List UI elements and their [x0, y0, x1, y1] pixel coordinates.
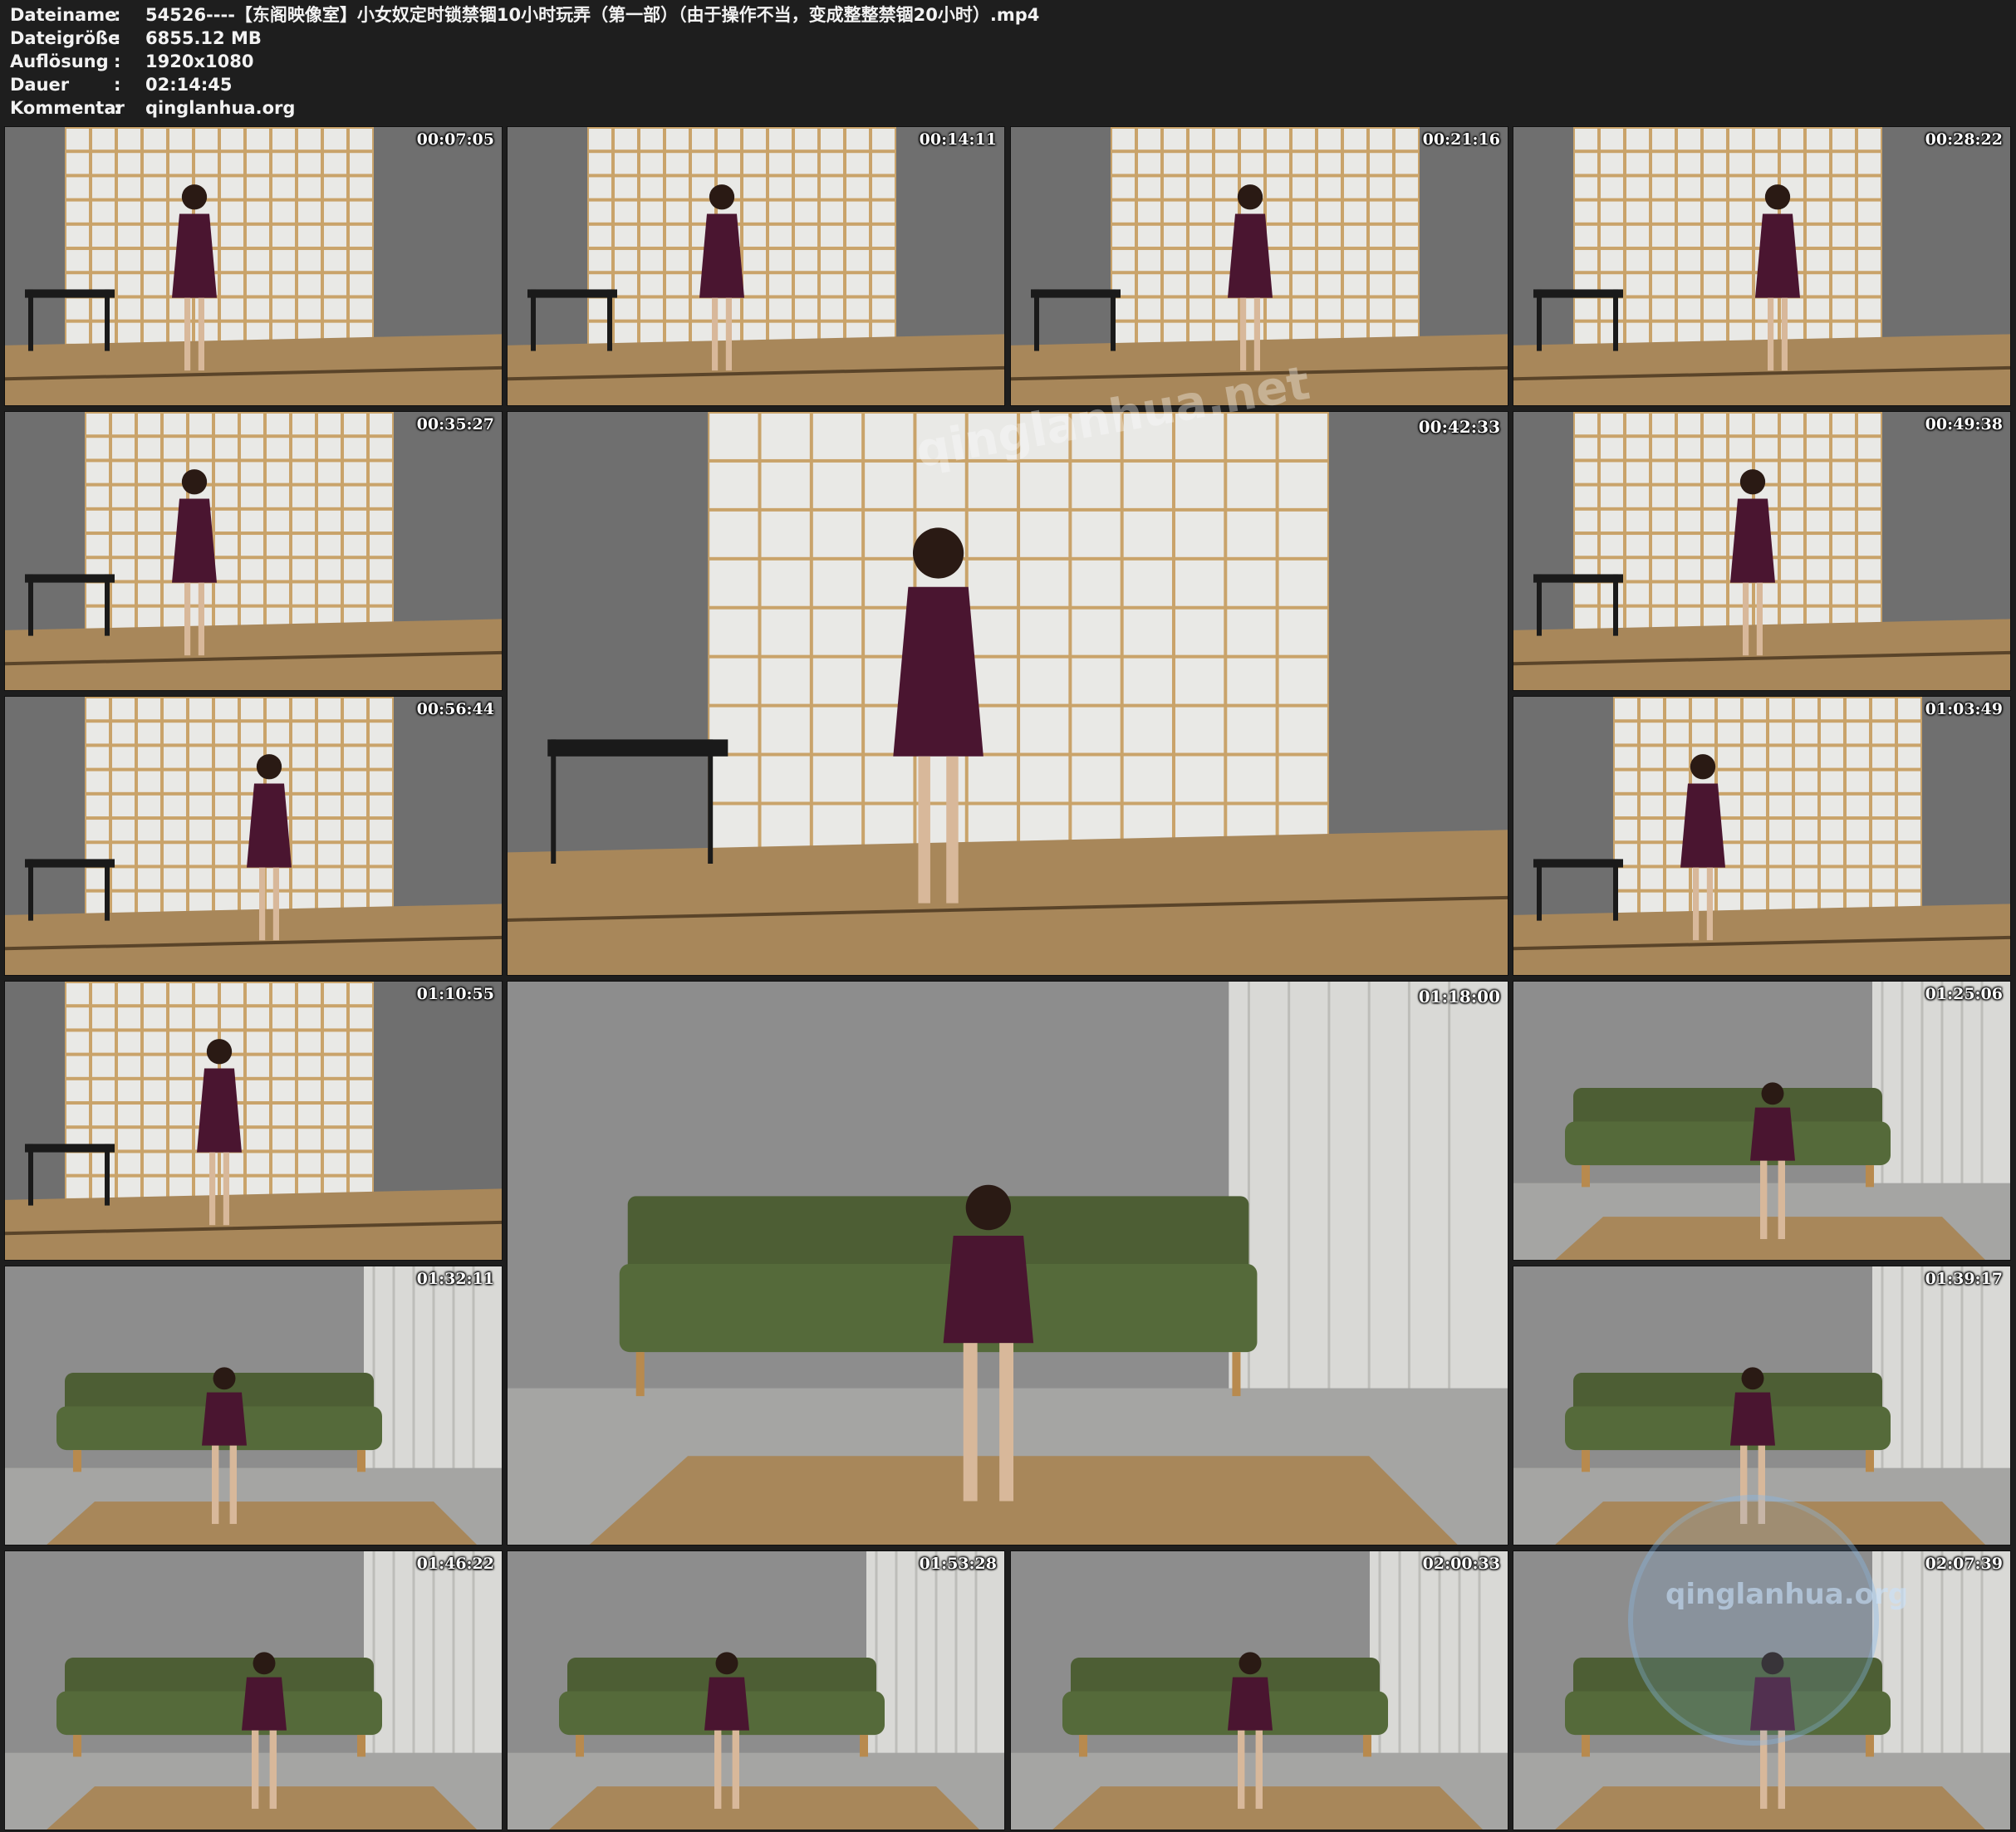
- video-thumbnail[interactable]: 01:03:49: [1513, 696, 2011, 976]
- thumbnail-image: [1513, 697, 2010, 975]
- thumbnail-timestamp: 01:32:11: [416, 1270, 494, 1288]
- thumbnail-timestamp: 01:18:00: [1418, 987, 1500, 1007]
- thumbnail-image: [1011, 127, 1508, 405]
- video-thumbnail[interactable]: 01:53:28: [507, 1550, 1005, 1830]
- thumbnail-image: [1011, 1551, 1508, 1830]
- thumbnail-timestamp: 01:46:22: [416, 1555, 494, 1573]
- thumbnail-timestamp: 02:07:39: [1925, 1555, 2003, 1573]
- thumbnail-grid: 00:07:05 00:14:11 00:21:16 00:28:22 00:35:27…: [0, 0, 2016, 1832]
- thumbnail-image: [1513, 1266, 2010, 1545]
- thumbnail-image: [5, 412, 502, 690]
- video-thumbnail[interactable]: 01:39:17: [1513, 1266, 2011, 1545]
- thumbnail-image: [5, 1551, 502, 1830]
- thumbnail-timestamp: 00:35:27: [416, 415, 494, 434]
- thumbnail-image: [5, 127, 502, 405]
- thumbnail-timestamp: 01:10:55: [416, 985, 494, 1003]
- thumbnail-image: [508, 127, 1004, 405]
- thumbnail-timestamp: 00:07:05: [416, 130, 494, 149]
- video-thumbnail[interactable]: 00:14:11: [507, 126, 1005, 406]
- thumbnail-timestamp: 00:14:11: [919, 130, 997, 149]
- thumbnail-image: [1513, 1551, 2010, 1830]
- thumbnail-timestamp: 00:42:33: [1418, 417, 1500, 437]
- thumbnail-image: [5, 982, 502, 1260]
- video-thumbnail[interactable]: 01:25:06: [1513, 981, 2011, 1261]
- video-thumbnail[interactable]: 02:07:39: [1513, 1550, 2011, 1830]
- video-thumbnail[interactable]: 00:56:44: [4, 696, 503, 976]
- video-thumbnail[interactable]: 00:28:22: [1513, 126, 2011, 406]
- video-thumbnail[interactable]: 01:46:22: [4, 1550, 503, 1830]
- thumbnail-image: [5, 697, 502, 975]
- thumbnail-timestamp: 01:25:06: [1925, 985, 2003, 1003]
- video-thumbnail[interactable]: 00:42:33: [507, 411, 1508, 976]
- video-thumbnail[interactable]: 02:00:33: [1010, 1550, 1508, 1830]
- thumbnail-image: [1513, 412, 2010, 690]
- thumbnail-timestamp: 00:56:44: [416, 700, 494, 718]
- thumbnail-timestamp: 01:53:28: [919, 1555, 997, 1573]
- thumbnail-image: [5, 1266, 502, 1545]
- thumbnail-image: [508, 982, 1508, 1545]
- thumbnail-timestamp: 00:49:38: [1925, 415, 2003, 434]
- thumbnail-image: [1513, 127, 2010, 405]
- video-thumbnail[interactable]: 01:32:11: [4, 1266, 503, 1545]
- thumbnail-image: [508, 412, 1508, 975]
- video-thumbnail[interactable]: 01:18:00: [507, 981, 1508, 1545]
- video-thumbnail[interactable]: 00:21:16: [1010, 126, 1508, 406]
- video-thumbnail[interactable]: 00:35:27: [4, 411, 503, 691]
- thumbnail-timestamp: 00:28:22: [1925, 130, 2003, 149]
- video-thumbnail[interactable]: 01:10:55: [4, 981, 503, 1261]
- video-thumbnail[interactable]: 00:07:05: [4, 126, 503, 406]
- thumbnail-timestamp: 01:03:49: [1925, 700, 2003, 718]
- video-thumbnail[interactable]: 00:49:38: [1513, 411, 2011, 691]
- thumbnail-image: [508, 1551, 1004, 1830]
- thumbnail-timestamp: 00:21:16: [1422, 130, 1500, 149]
- thumbnail-timestamp: 02:00:33: [1422, 1555, 1500, 1573]
- thumbnail-timestamp: 01:39:17: [1925, 1270, 2003, 1288]
- thumbnail-image: [1513, 982, 2010, 1260]
- contact-sheet: Dateiname:54526----【东阁映像室】小女奴定时锁禁锢10小时玩弄…: [0, 0, 2016, 1832]
